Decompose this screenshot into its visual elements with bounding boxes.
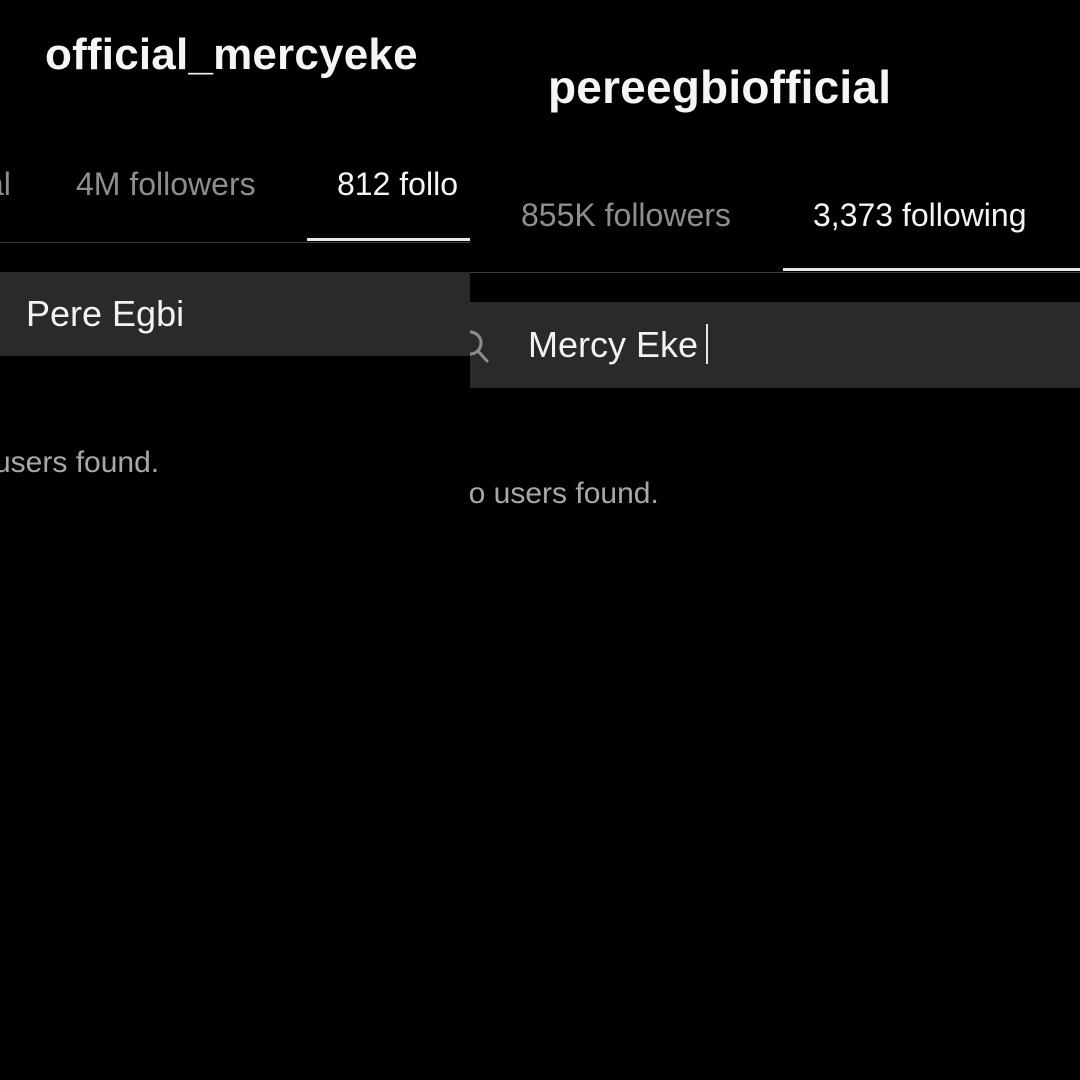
- text-cursor: [706, 324, 709, 364]
- right-screen-panel: pereegbiofficial 855K followers 3,373 fo…: [470, 0, 1080, 1080]
- tab-followers[interactable]: 855K followers: [521, 197, 731, 234]
- screenshot-collage: official_mercyeke al 4M followers 812 fo…: [0, 0, 1080, 1080]
- tabs-divider: [470, 272, 1080, 273]
- search-input[interactable]: Pere Egbi: [26, 293, 184, 335]
- active-tab-underline: [783, 268, 1080, 271]
- left-screen-panel: official_mercyeke al 4M followers 812 fo…: [0, 0, 470, 1080]
- active-tab-underline: [307, 238, 470, 241]
- profile-username: pereegbiofficial: [548, 61, 892, 113]
- tabs-divider: [0, 242, 470, 243]
- no-results-message: users found.: [0, 446, 160, 479]
- tab-followers[interactable]: 4M followers: [76, 166, 256, 203]
- tab-following[interactable]: 812 follo: [337, 166, 458, 203]
- search-input[interactable]: Mercy Eke: [528, 324, 709, 366]
- search-input-value: Mercy Eke: [528, 324, 699, 365]
- no-results-message: lo users found.: [470, 477, 659, 510]
- tab-following[interactable]: 3,373 following: [813, 197, 1026, 234]
- profile-username: official_mercyeke: [45, 30, 418, 79]
- search-icon[interactable]: [470, 326, 490, 371]
- tab-mutual[interactable]: al: [0, 166, 11, 203]
